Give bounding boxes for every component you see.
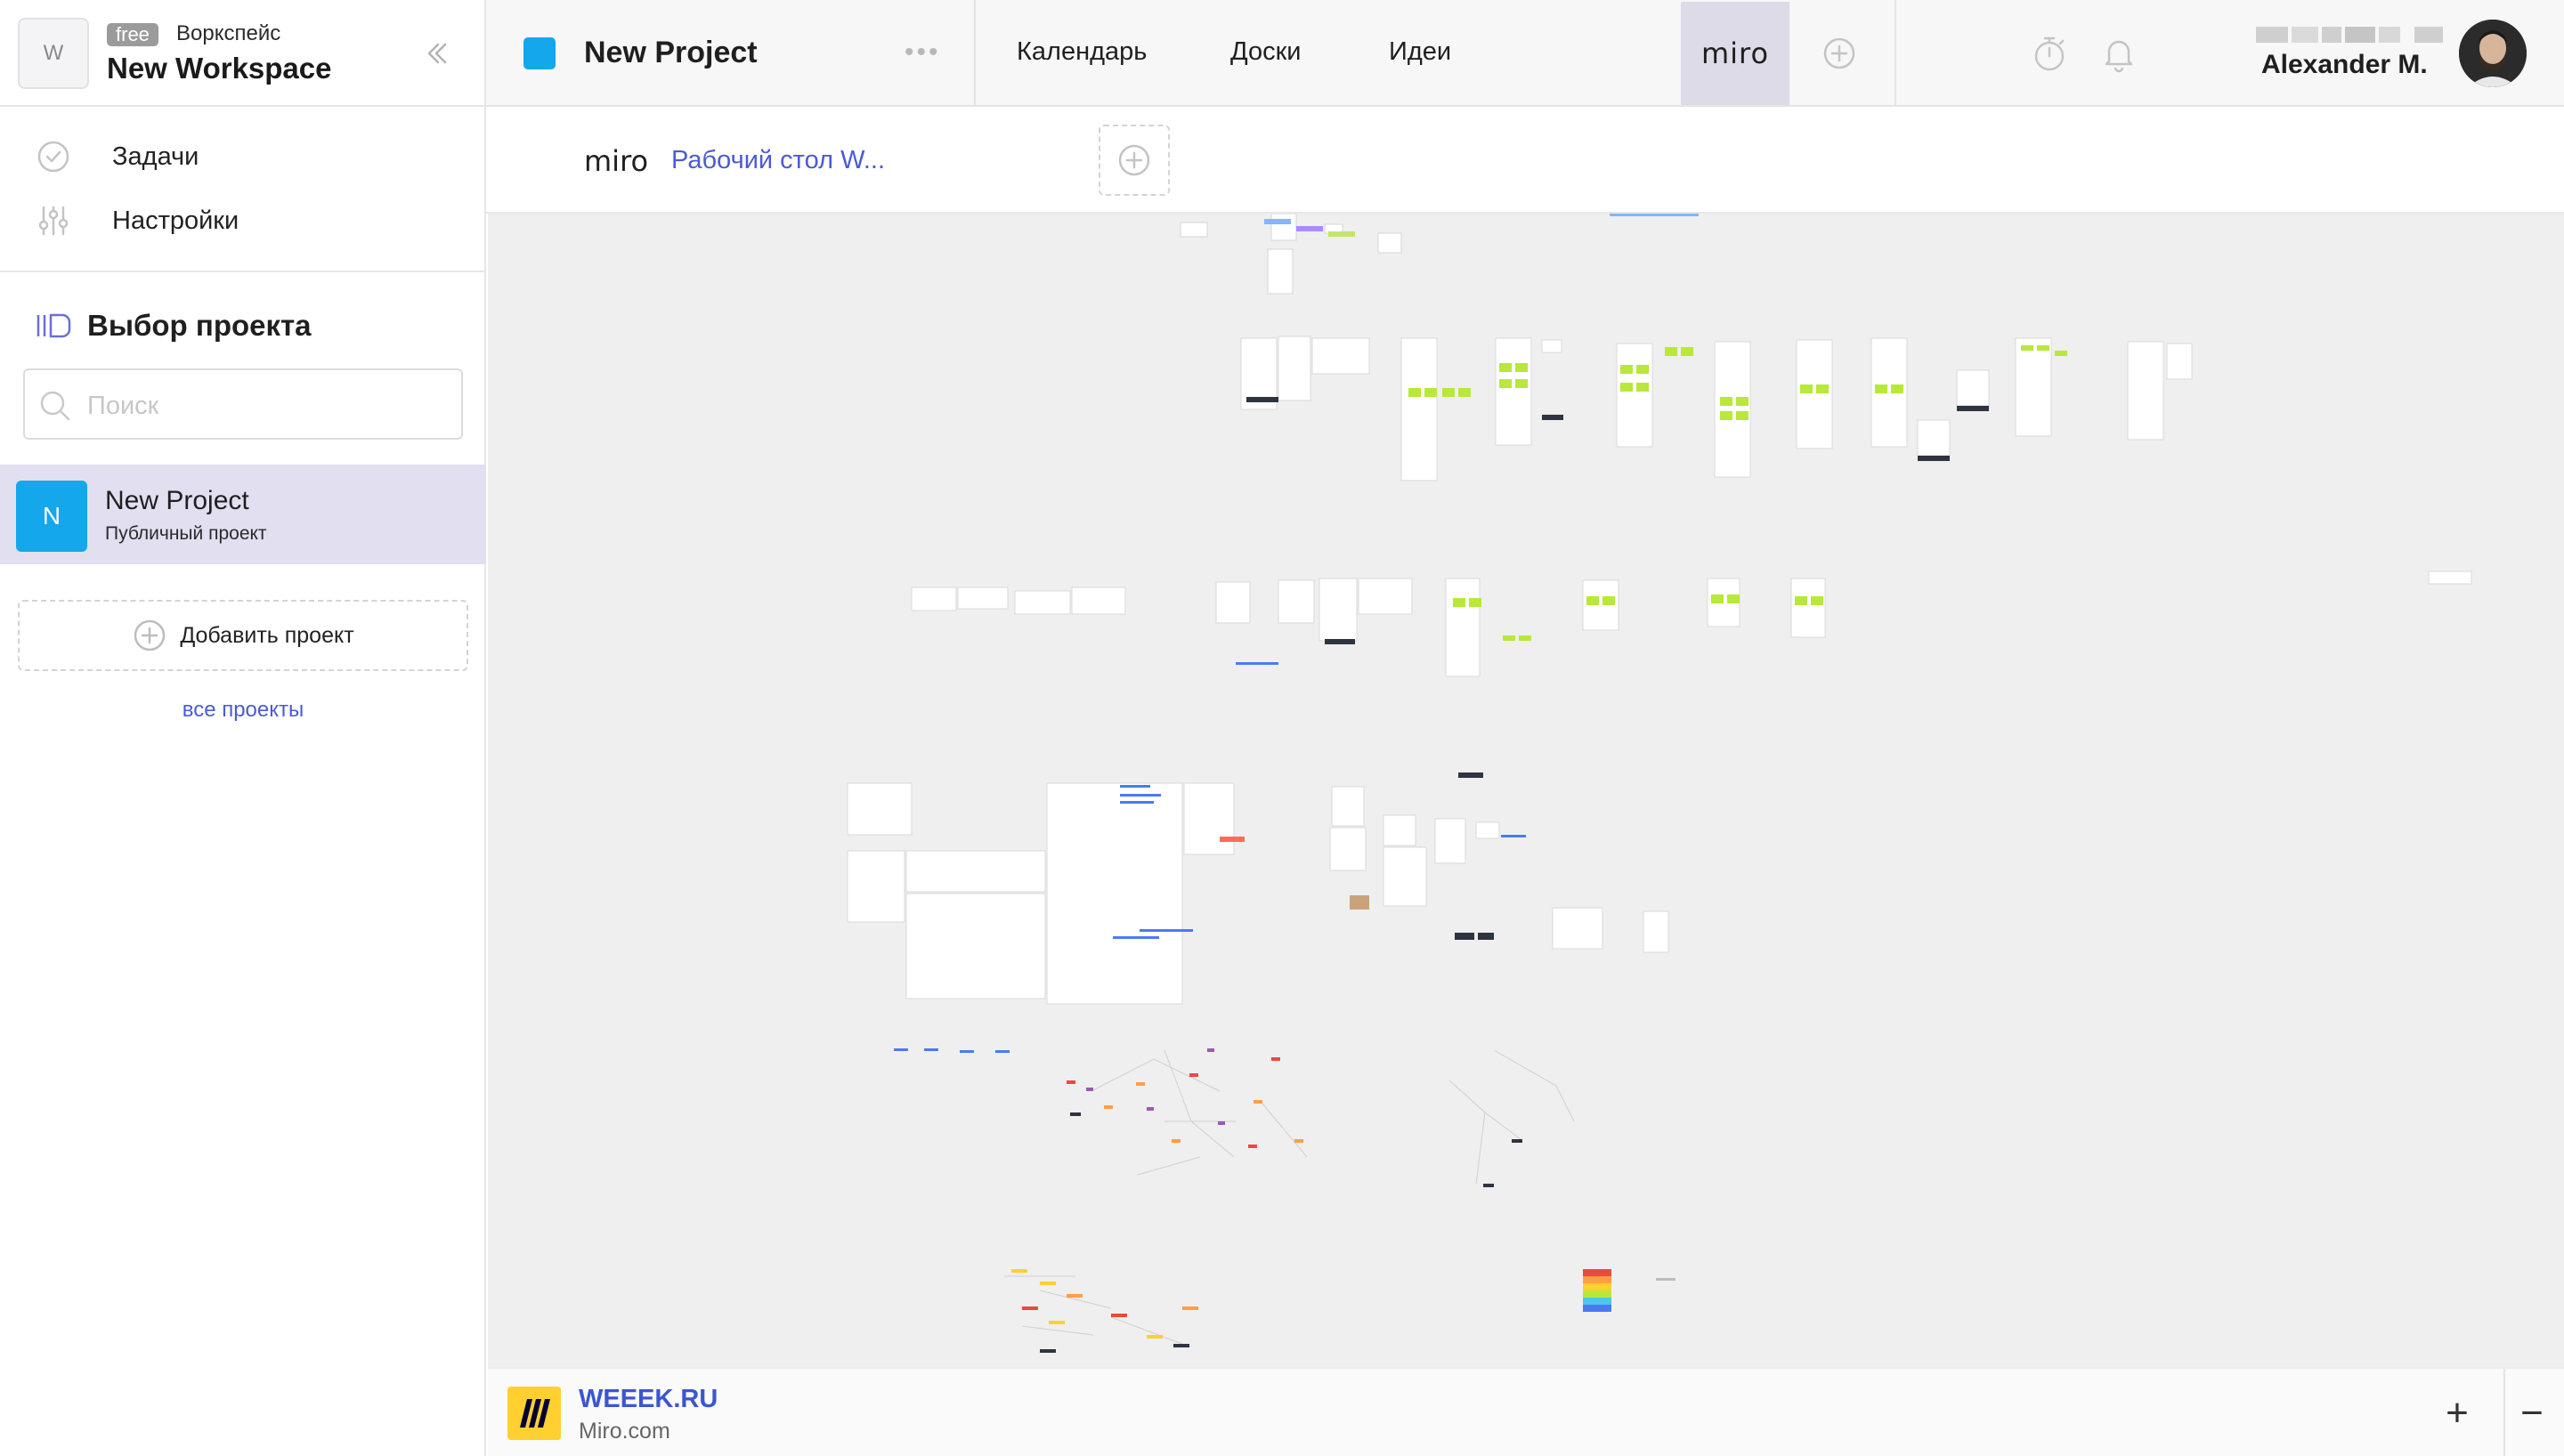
top-bar: New Project ••• Календарь Доски Идеи mir… xyxy=(486,0,2564,107)
workspace-header[interactable]: W free Воркспейс New Workspace xyxy=(0,0,486,107)
plus-circle-icon xyxy=(1118,144,1150,176)
project-color-icon xyxy=(523,37,556,69)
plus-circle-icon xyxy=(132,618,167,653)
sidebar-item-settings[interactable]: Настройки xyxy=(0,192,486,249)
integration-title[interactable]: WEEEK.RU xyxy=(579,1385,718,1414)
project-visibility: Публичный проект xyxy=(105,523,267,544)
miro-logo: miro xyxy=(584,144,649,178)
plus-circle-icon xyxy=(1823,37,1855,69)
topbar-divider xyxy=(1895,0,1896,107)
board-tab[interactable]: Рабочий стол W... xyxy=(671,146,885,175)
project-name: New Project xyxy=(105,486,249,515)
workspace-kind-label: Воркспейс xyxy=(176,21,281,45)
blurred-account-info xyxy=(2256,27,2443,43)
chevron-double-left-icon xyxy=(427,43,447,64)
sidebar-item-tasks[interactable]: Задачи xyxy=(0,128,486,185)
tab-miro[interactable]: miro xyxy=(1681,2,1789,105)
zoom-in-button[interactable]: + xyxy=(2430,1387,2484,1440)
tab-ideas[interactable]: Идеи xyxy=(1389,37,1451,67)
collapse-sidebar-button[interactable] xyxy=(418,36,454,71)
add-project-button[interactable]: Добавить проект xyxy=(18,600,468,671)
add-tab-button[interactable] xyxy=(1822,36,1857,71)
integration-footer: WEEEK.RU Miro.com + − xyxy=(488,1367,2564,1456)
sliders-icon xyxy=(36,203,71,239)
integration-source: Miro.com xyxy=(579,1419,670,1444)
sidebar-item-label: Задачи xyxy=(112,142,199,171)
projects-icon xyxy=(37,313,71,338)
project-picker-label: Выбор проекта xyxy=(87,309,312,342)
check-circle-icon xyxy=(36,139,71,174)
add-board-button[interactable] xyxy=(1099,125,1170,196)
workspace-logo[interactable]: W xyxy=(18,18,89,89)
zoom-out-button[interactable]: − xyxy=(2505,1387,2559,1440)
sidebar-item-label: Настройки xyxy=(112,206,239,235)
bell-icon[interactable] xyxy=(2099,34,2138,73)
tab-calendar[interactable]: Календарь xyxy=(1017,37,1147,67)
board-content-overview xyxy=(847,214,2472,1353)
miro-logo: miro xyxy=(1700,36,1770,70)
plan-badge: free xyxy=(107,23,158,46)
miro-brand-icon xyxy=(507,1387,561,1440)
sidebar: W free Воркспейс New Workspace Задачи На… xyxy=(0,0,486,1456)
project-list-item[interactable]: N New Project Публичный проект xyxy=(0,465,486,564)
tab-boards[interactable]: Доски xyxy=(1230,37,1301,67)
user-name[interactable]: Alexander M. xyxy=(2261,50,2428,80)
project-avatar: N xyxy=(16,481,87,552)
project-title[interactable]: New Project xyxy=(584,36,758,70)
search-input[interactable] xyxy=(87,386,443,425)
all-projects-link[interactable]: все проекты xyxy=(0,698,486,723)
search-icon xyxy=(37,388,73,424)
topbar-divider xyxy=(974,0,976,107)
workspace-name[interactable]: New Workspace xyxy=(107,52,332,85)
miro-board-canvas[interactable] xyxy=(488,214,2564,1367)
project-picker-title: Выбор проекта xyxy=(36,304,312,347)
add-project-label: Добавить проект xyxy=(180,622,354,648)
sidebar-divider xyxy=(0,271,486,272)
project-search[interactable] xyxy=(23,368,463,440)
board-tabs-bar: miro Рабочий стол W... xyxy=(486,107,2564,214)
timer-icon[interactable] xyxy=(2030,34,2069,73)
user-avatar[interactable] xyxy=(2459,20,2527,87)
more-options-icon[interactable]: ••• xyxy=(905,37,941,68)
